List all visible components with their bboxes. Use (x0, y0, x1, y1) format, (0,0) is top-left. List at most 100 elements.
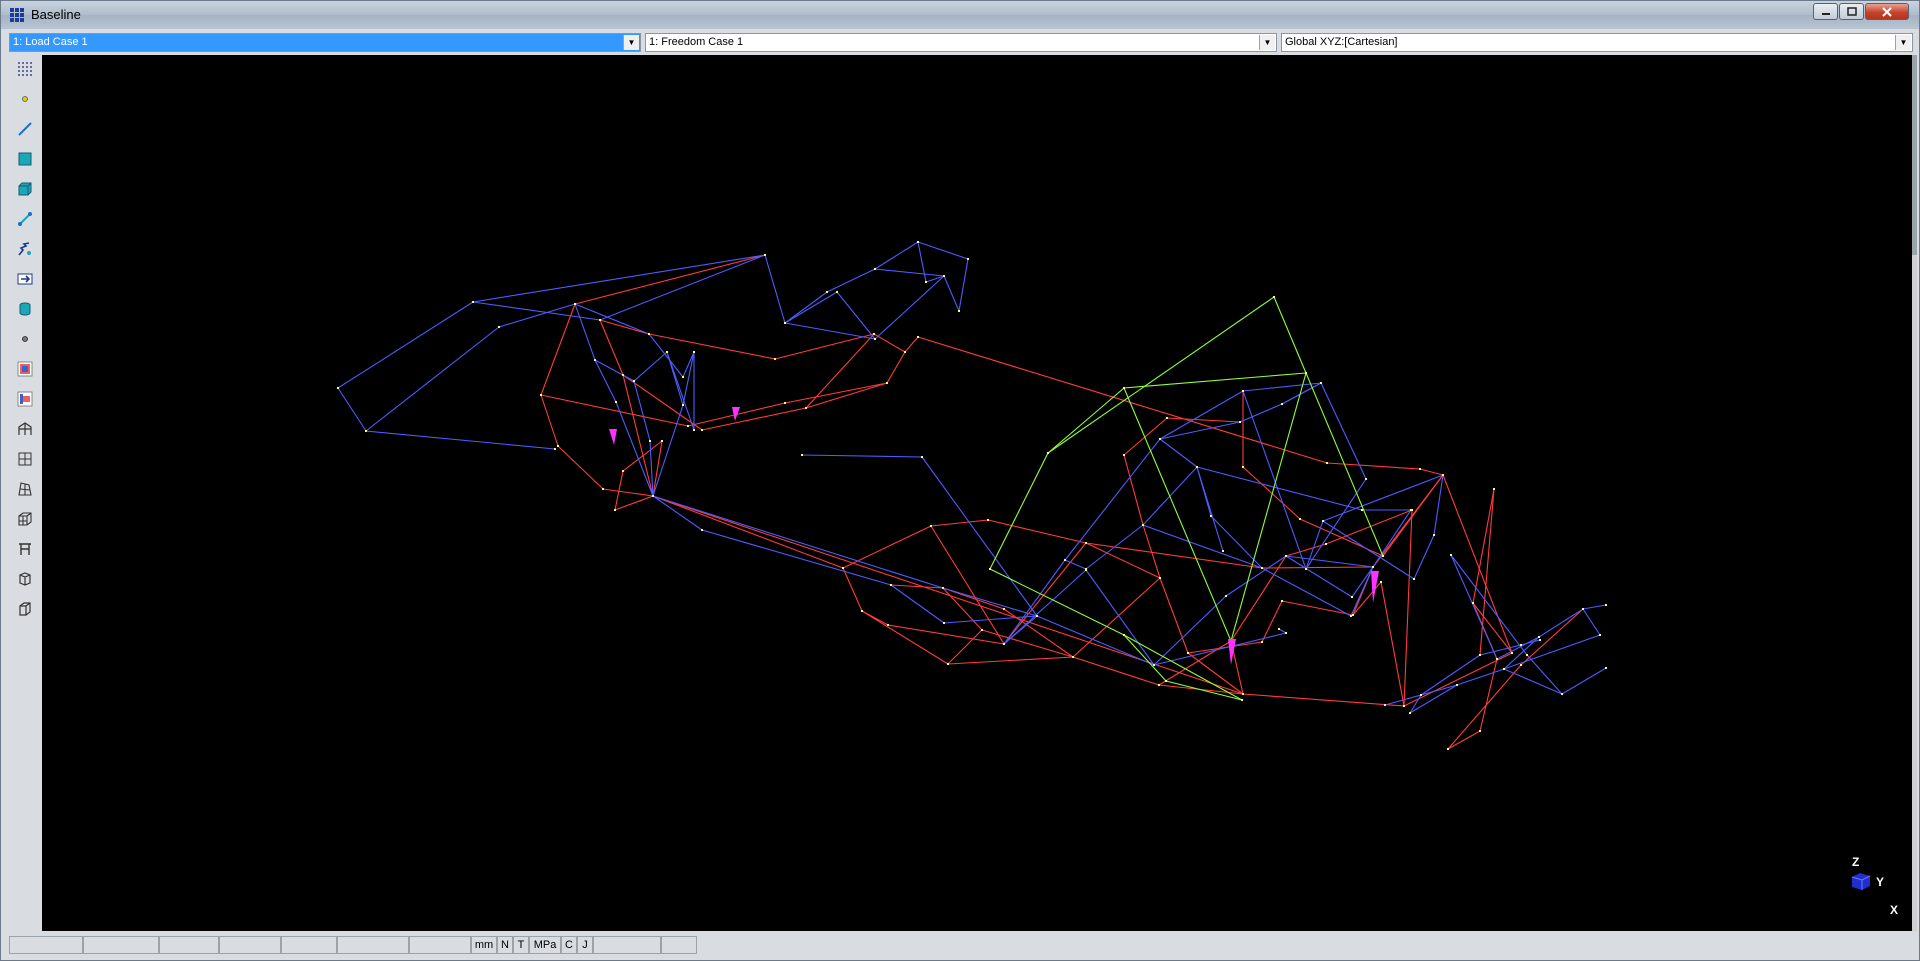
load-arrow[interactable] (609, 429, 617, 445)
beam-element[interactable] (1166, 417, 1241, 423)
node[interactable] (921, 456, 923, 458)
node[interactable] (1409, 712, 1411, 714)
small-node-icon[interactable] (13, 327, 37, 351)
beam-element[interactable] (615, 401, 654, 497)
beam-element[interactable] (917, 241, 969, 260)
beam-element[interactable] (666, 351, 684, 406)
beam-element[interactable] (1123, 634, 1167, 682)
chevron-down-icon[interactable]: ▼ (1259, 35, 1275, 50)
node[interactable] (958, 310, 960, 312)
freedom-case-select[interactable]: 1: Freedom Case 1 ▼ (645, 33, 1277, 52)
maximize-button[interactable] (1839, 3, 1864, 20)
beam-element[interactable] (1047, 296, 1275, 454)
beam-element[interactable] (652, 495, 844, 569)
beam-element[interactable] (1210, 515, 1263, 569)
chevron-down-icon[interactable]: ▼ (623, 35, 639, 50)
beam-element[interactable] (1123, 372, 1307, 389)
node[interactable] (836, 291, 838, 293)
vertical-scrollbar[interactable] (1912, 55, 1917, 931)
node[interactable] (1142, 524, 1144, 526)
node[interactable] (1281, 403, 1283, 405)
beam-element[interactable] (1196, 466, 1363, 511)
beam-element[interactable] (599, 254, 766, 321)
beam-element[interactable] (1072, 577, 1161, 658)
node[interactable] (1261, 641, 1263, 643)
node[interactable] (1442, 474, 1444, 476)
node[interactable] (1153, 664, 1155, 666)
node[interactable] (1479, 730, 1481, 732)
beam-icon[interactable] (13, 117, 37, 141)
node[interactable] (1419, 468, 1421, 470)
node[interactable] (1036, 615, 1038, 617)
node[interactable] (649, 440, 651, 442)
node[interactable] (687, 425, 689, 427)
node[interactable] (904, 351, 906, 353)
node[interactable] (1285, 555, 1287, 557)
node[interactable] (801, 454, 803, 456)
beam-element[interactable] (942, 587, 1038, 617)
node[interactable] (826, 291, 828, 293)
node[interactable] (1493, 488, 1495, 490)
beam-element[interactable] (1380, 581, 1405, 707)
beam-element[interactable] (574, 254, 766, 305)
beam-element[interactable] (1526, 654, 1563, 695)
beam-element[interactable] (1447, 730, 1481, 750)
node[interactable] (1456, 684, 1458, 686)
node[interactable] (764, 254, 766, 256)
beam-element[interactable] (1273, 296, 1307, 374)
node[interactable] (554, 448, 556, 450)
beam-element[interactable] (1372, 509, 1412, 568)
node[interactable] (1261, 567, 1263, 569)
beam-element[interactable] (1285, 555, 1353, 598)
cylinder-icon[interactable] (13, 297, 37, 321)
unit-length[interactable]: mm (471, 936, 497, 954)
node[interactable] (682, 376, 684, 378)
node[interactable] (599, 319, 601, 321)
structure-icon[interactable] (13, 417, 37, 441)
node[interactable] (365, 430, 367, 432)
spring-icon[interactable] (13, 237, 37, 261)
node[interactable] (1472, 602, 1474, 604)
node[interactable] (622, 470, 624, 472)
beam-element[interactable] (917, 241, 927, 283)
beam-element[interactable] (652, 495, 944, 589)
node[interactable] (1123, 634, 1125, 636)
node[interactable] (1085, 542, 1087, 544)
link-icon[interactable] (13, 207, 37, 231)
beam-element[interactable] (337, 301, 474, 389)
node[interactable] (574, 303, 576, 305)
node[interactable] (1322, 520, 1324, 522)
beam-element[interactable] (1153, 632, 1287, 666)
beam-element[interactable] (1447, 664, 1522, 750)
node[interactable] (1196, 466, 1198, 468)
node[interactable] (1326, 462, 1328, 464)
cube-side-icon[interactable] (13, 597, 37, 621)
beam-element[interactable] (842, 525, 932, 569)
beam-element[interactable] (987, 519, 1087, 544)
beam-element[interactable] (1285, 555, 1374, 568)
brick-icon[interactable] (13, 177, 37, 201)
title-bar[interactable]: Baseline (1, 1, 1919, 29)
node[interactable] (1187, 652, 1189, 654)
cube-icon[interactable] (13, 567, 37, 591)
beam-element[interactable] (602, 488, 654, 497)
node[interactable] (1539, 639, 1541, 641)
node[interactable] (987, 519, 989, 521)
node[interactable] (701, 529, 703, 531)
node[interactable] (1599, 634, 1601, 636)
beam-element[interactable] (981, 629, 1074, 658)
beam-element[interactable] (947, 629, 983, 665)
beam-element[interactable] (917, 336, 1328, 464)
node[interactable] (1350, 615, 1352, 617)
beam-element[interactable] (1561, 667, 1607, 695)
beam-element[interactable] (1123, 417, 1168, 456)
beam-element[interactable] (774, 333, 875, 360)
node[interactable] (1072, 656, 1074, 658)
beam-element[interactable] (886, 351, 906, 384)
beam-element[interactable] (784, 291, 828, 324)
node[interactable] (648, 333, 650, 335)
node[interactable] (942, 587, 944, 589)
beam-element[interactable] (648, 333, 684, 378)
beam-element[interactable] (1230, 372, 1307, 642)
beam-element[interactable] (904, 336, 919, 353)
